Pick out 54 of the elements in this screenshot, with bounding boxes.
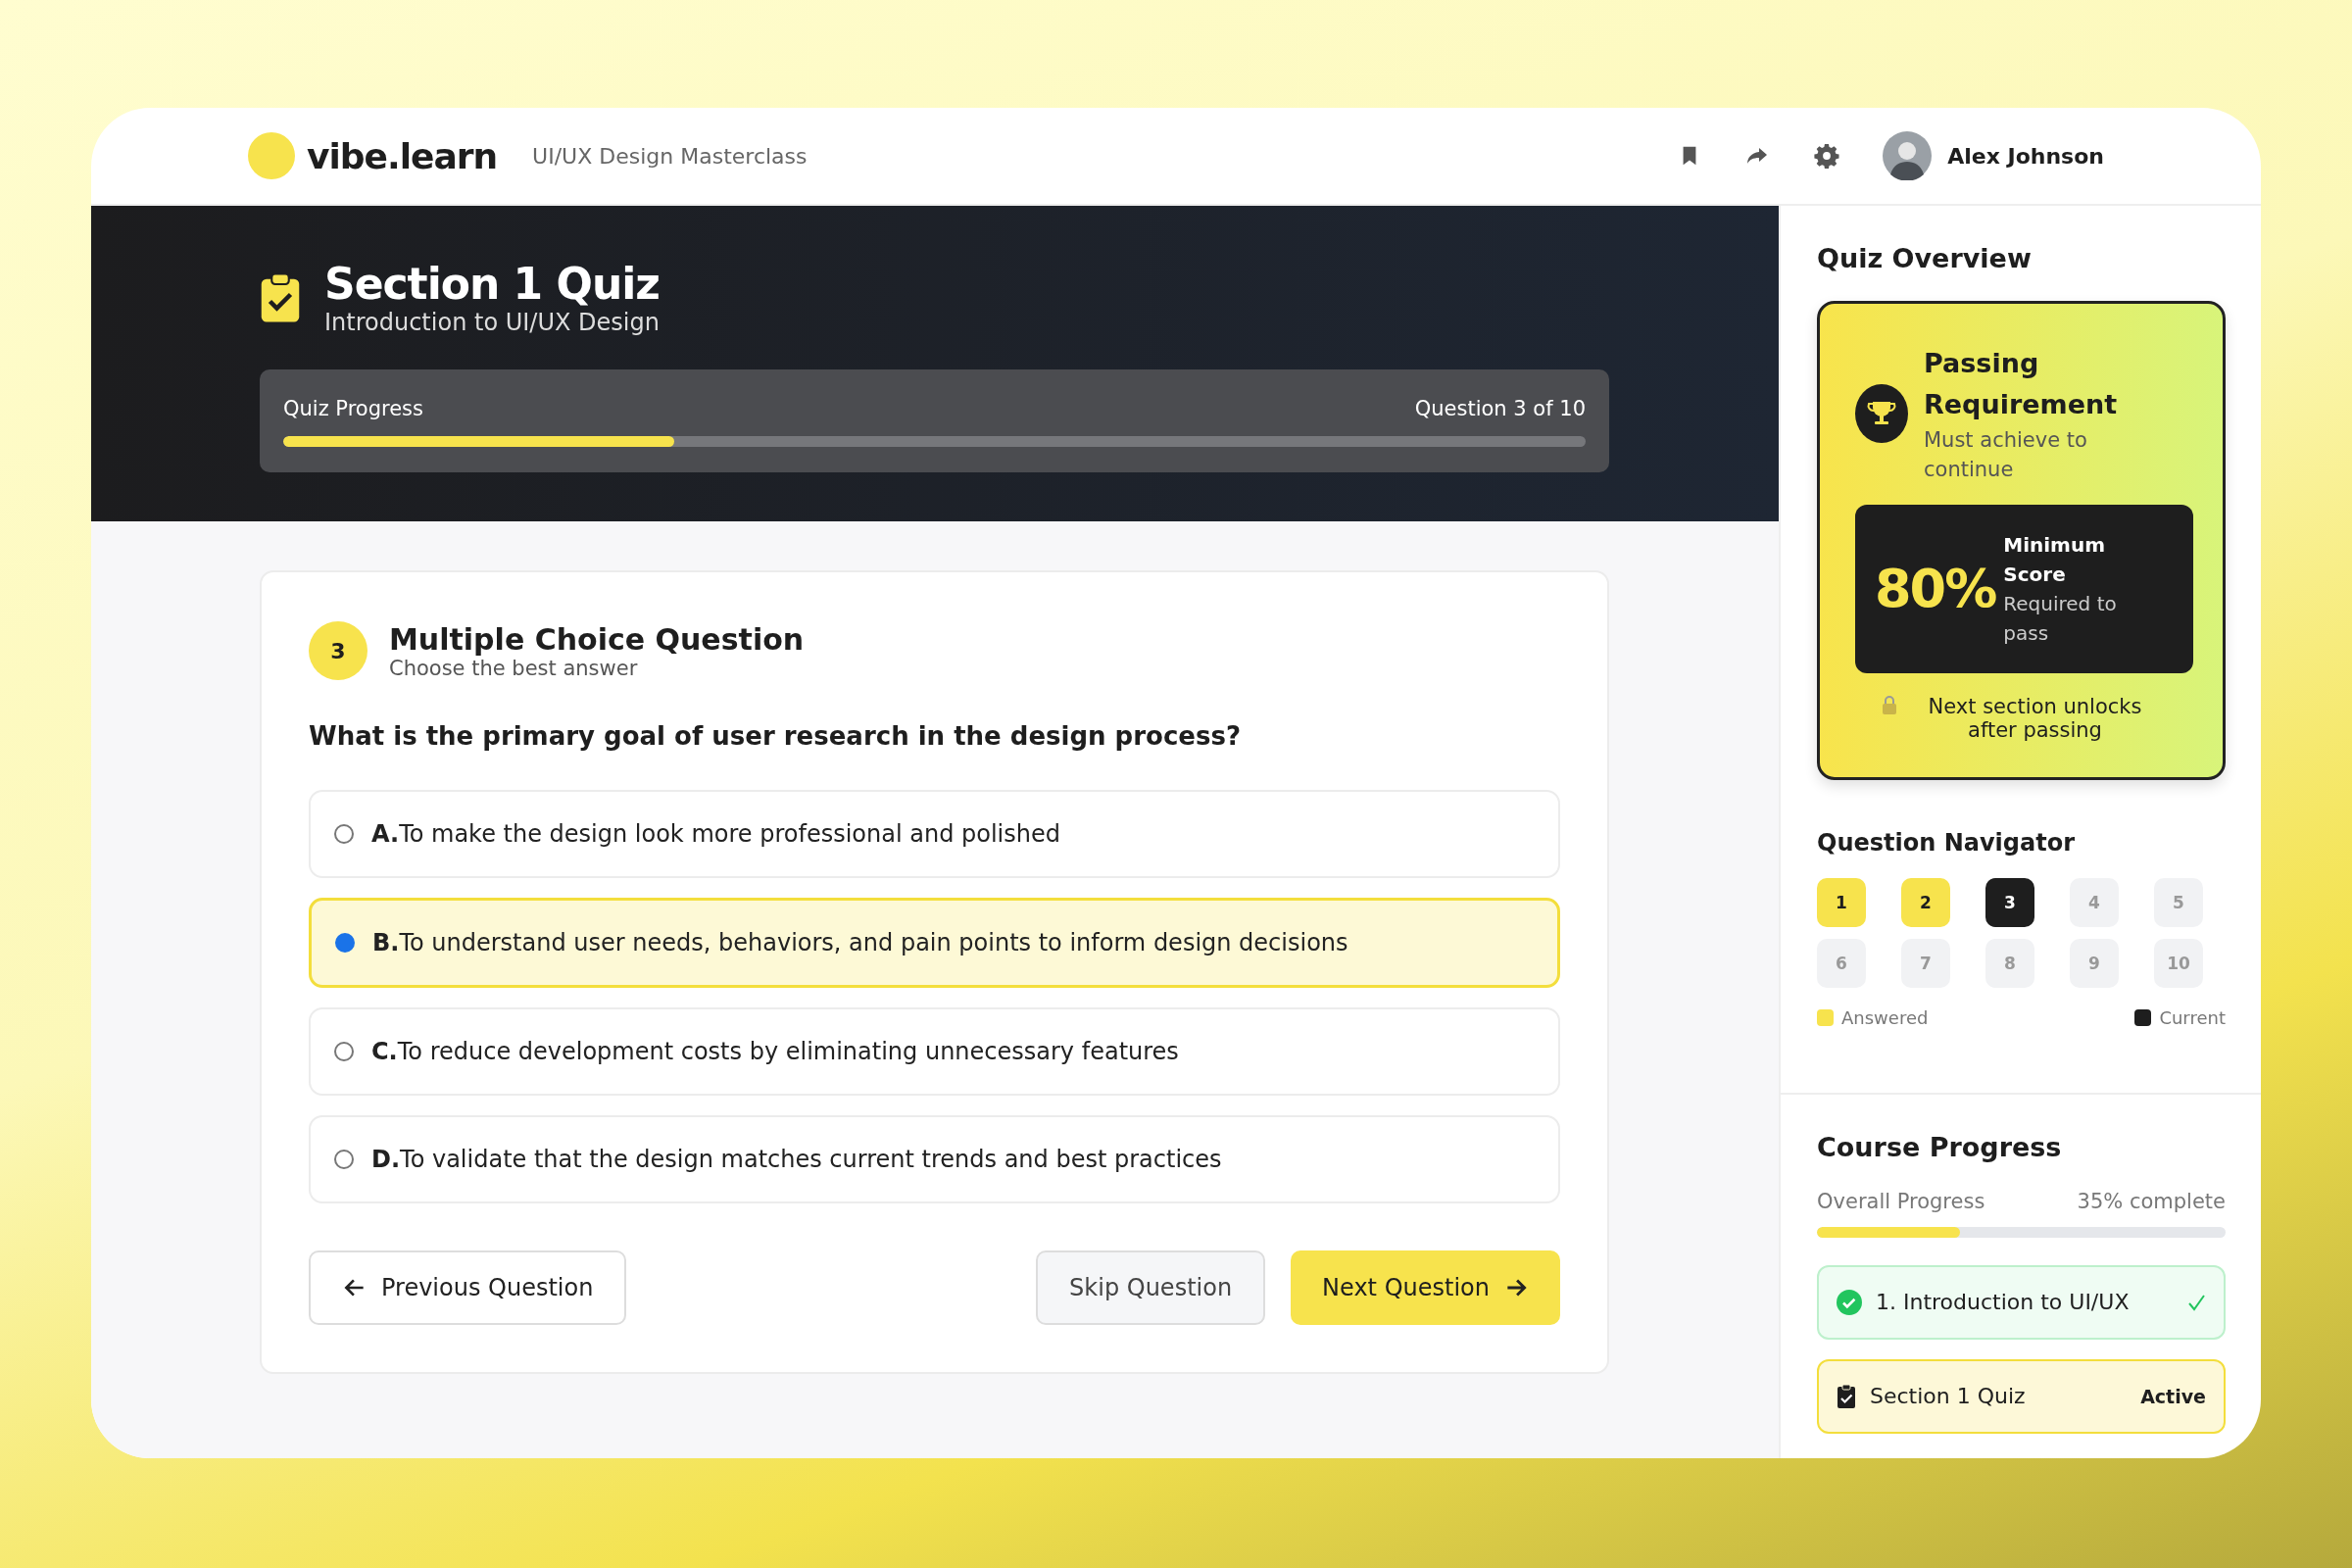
skip-button[interactable]: Skip Question: [1036, 1250, 1266, 1325]
score-value: 80%: [1875, 558, 1996, 620]
option-text: B.To understand user needs, behaviors, and pain points to inform design decisions: [372, 929, 1348, 956]
question-hint: Choose the best answer: [389, 656, 639, 680]
question-number-button[interactable]: 2: [1901, 877, 1950, 927]
navigator-title: Question Navigator: [1817, 828, 2076, 857]
question-number: 3: [309, 621, 368, 680]
option-text: C.To reduce development costs by eliminating unnecessary features: [371, 1038, 1179, 1065]
quiz-title: Section 1 Quiz: [324, 259, 660, 309]
score-subtitle: Required to pass: [2003, 590, 2118, 647]
next-button[interactable]: Next Question: [1291, 1250, 1560, 1325]
answer-option[interactable]: D.To validate that the design matches current trends and best practices: [309, 1115, 1560, 1203]
overall-progress-reading: 35% complete: [2077, 1189, 2226, 1213]
settings-icon[interactable]: [1814, 143, 1840, 169]
course-name: UI/UX Design Masterclass: [532, 143, 808, 169]
passing-title: Passing Requirement: [1924, 347, 2119, 421]
check-circle-icon: [1837, 1289, 1862, 1315]
question-text: What is the primary goal of user research in the design process?: [309, 721, 1242, 751]
radio-button[interactable]: [335, 933, 355, 953]
radio-button[interactable]: [334, 824, 354, 844]
passing-subtitle: Must achieve to continue: [1924, 426, 2088, 484]
clipboard-check-icon: [1837, 1383, 1856, 1409]
status-label: Active: [2140, 1385, 2206, 1407]
previous-button[interactable]: Previous Question: [309, 1250, 627, 1325]
progress-reading: Question 3 of 10: [1414, 397, 1586, 420]
question-number-button[interactable]: 1: [1817, 877, 1866, 927]
trophy-icon: [1855, 384, 1908, 444]
answer-option[interactable]: C.To reduce development costs by eliminating unnecessary features: [309, 1007, 1560, 1096]
overview-title: Quiz Overview: [1817, 243, 2033, 273]
radio-button[interactable]: [334, 1042, 354, 1061]
course-item-label: Section 1 Quiz: [1870, 1384, 2027, 1409]
course-item[interactable]: Section 1 Quiz Active: [1817, 1358, 2226, 1434]
option-text: D.To validate that the design matches current trends and best practices: [371, 1146, 1222, 1173]
logo-text[interactable]: vibe.learn: [307, 135, 498, 176]
option-text: A.To make the design look more professional and polished: [371, 820, 1060, 848]
question-type: Multiple Choice Question: [389, 621, 805, 657]
user-name[interactable]: Alex Johnson: [1947, 143, 2104, 169]
unlock-note: Next section unlocks after passing: [1927, 694, 2143, 742]
radio-button[interactable]: [334, 1150, 354, 1169]
avatar-silhouette-icon[interactable]: [1883, 131, 1933, 180]
course-item-label: 1. Introduction to UI/UX: [1876, 1290, 2131, 1315]
score-title: Minimum Score: [2003, 531, 2107, 588]
legend-label: Current: [2159, 1006, 2226, 1028]
progress-label: Quiz Progress: [283, 397, 423, 420]
answer-option[interactable]: B.To understand user needs, behaviors, and pain points to inform design decisions: [309, 898, 1560, 988]
question-number-button[interactable]: 3: [1985, 877, 2034, 927]
answer-option[interactable]: A.To make the design look more professional and polished: [309, 790, 1560, 878]
overall-progress-label: Overall Progress: [1817, 1189, 1985, 1213]
legend-label: Answered: [1841, 1006, 1929, 1028]
logo-circle-icon: [248, 132, 295, 179]
lock-icon: [1881, 694, 1897, 714]
course-progress-title: Course Progress: [1817, 1131, 2063, 1162]
quiz-subtitle: Introduction to UI/UX Design: [324, 309, 660, 336]
course-item[interactable]: 1. Introduction to UI/UX: [1817, 1264, 2226, 1340]
